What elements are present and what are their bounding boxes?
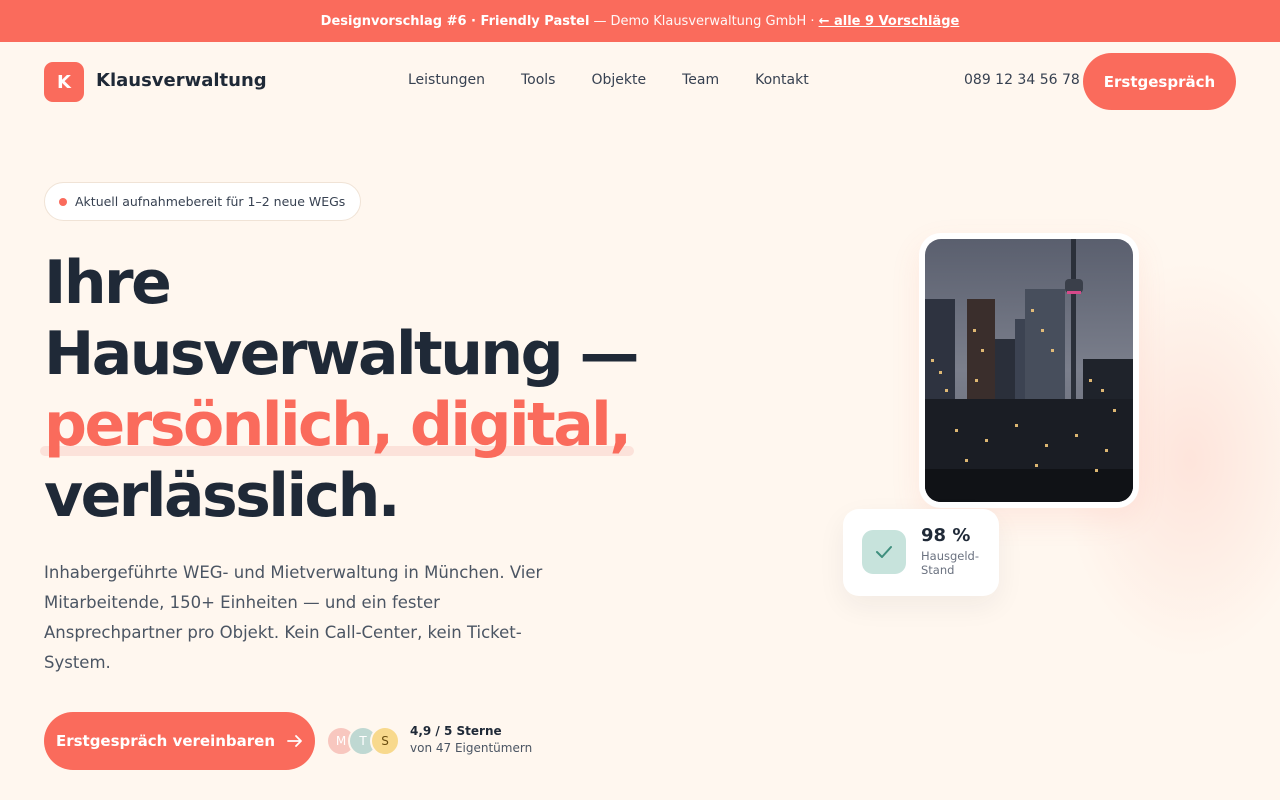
phone-link[interactable]: 089 12 34 56 78: [964, 72, 1080, 88]
headline-accent-text: persönlich, digital,: [44, 390, 632, 460]
nav-item-kontakt[interactable]: Kontakt: [755, 72, 809, 88]
hero-photo: [919, 233, 1139, 508]
nav-item-team[interactable]: Team: [682, 72, 719, 88]
hero-headline: Ihre Hausverwaltung — persönlich, digita…: [40, 248, 639, 532]
all-proposals-link[interactable]: ← alle 9 Vorschläge: [819, 14, 960, 29]
customer-avatars: M T S: [326, 726, 402, 756]
hero-lead: Inhabergeführte WEG- und Mietverwaltung …: [44, 563, 543, 672]
stat-card: 98 % Hausgeld-Stand: [843, 509, 999, 596]
logo-icon[interactable]: K: [44, 62, 84, 102]
book-consultation-button[interactable]: Erstgespräch vereinbaren: [44, 712, 315, 770]
stat-value: 98 %: [921, 525, 971, 546]
arrow-right-icon: [287, 735, 302, 747]
header-cta-button[interactable]: Erstgespräch: [1083, 53, 1236, 110]
badge-text: Aktuell aufnahmebereit für 1–2 neue WEGs: [75, 194, 346, 209]
check-icon: [862, 530, 906, 574]
nav-item-objekte[interactable]: Objekte: [591, 72, 646, 88]
site-header: K Klausverwaltung Leistungen Tools Objek…: [0, 42, 1280, 122]
announcement-bar: Designvorschlag #6 · Friendly Pastel — D…: [0, 0, 1280, 42]
headline-line-1: Ihre: [44, 248, 172, 318]
nav-item-leistungen[interactable]: Leistungen: [408, 72, 485, 88]
rating-title: 4,9 / 5 Sterne: [410, 724, 502, 738]
separator: —: [593, 13, 607, 29]
headline-line-2: Hausverwaltung —: [44, 319, 639, 389]
rating-summary: 4,9 / 5 Sterne von 47 Eigentümern: [410, 723, 532, 757]
nav-item-tools[interactable]: Tools: [521, 72, 556, 88]
avatar: S: [370, 726, 400, 756]
headline-accent: persönlich, digital,: [40, 390, 634, 460]
stat-label: Hausgeld-Stand: [921, 549, 979, 577]
headline-line-4: verlässlich.: [44, 461, 401, 531]
proposal-label: Designvorschlag #6 · Friendly Pastel: [320, 13, 590, 29]
rating-sub: von 47 Eigentümern: [410, 741, 533, 755]
main-nav: Leistungen Tools Objekte Team Kontakt: [408, 72, 809, 88]
availability-badge: Aktuell aufnahmebereit für 1–2 neue WEGs: [44, 182, 362, 221]
company-label: Demo Klausverwaltung GmbH ·: [610, 13, 815, 29]
cta-label: Erstgespräch vereinbaren: [55, 732, 276, 750]
brand-name[interactable]: Klausverwaltung: [96, 70, 267, 91]
status-dot-icon: [59, 198, 67, 206]
city-skyline-image: [925, 239, 1133, 502]
